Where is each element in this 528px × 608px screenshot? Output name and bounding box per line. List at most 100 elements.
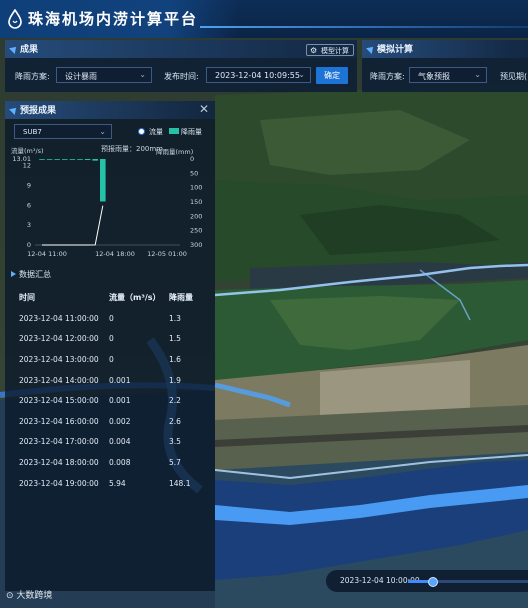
chevron-down-icon: ⌄ — [99, 127, 106, 136]
summary-title: 数据汇总 — [19, 270, 51, 279]
simulation-panel-title: 模拟计算 — [377, 45, 414, 55]
forecast-period-label: 预见期( — [500, 72, 528, 81]
rain-legend-label[interactable]: 降雨量 — [181, 127, 202, 137]
water-drop-logo-icon — [8, 9, 22, 29]
forecast-panel-title: 预报成果 — [20, 106, 57, 116]
rain-bar — [46, 159, 53, 160]
chevron-down-icon: ⌄ — [298, 70, 305, 79]
scheme-label: 降雨方案: — [15, 72, 50, 81]
summary-heading: 数据汇总 — [11, 269, 51, 280]
left-tick-label: 3 — [27, 221, 31, 229]
scheme-select[interactable]: 设计暴雨 ⌄ — [56, 67, 152, 83]
right-tick-label: 200 — [190, 212, 202, 220]
table-row: 2023-12-04 16:00:00 0.002 2.6 — [19, 411, 209, 432]
table-row: 2023-12-04 19:00:00 5.94 148.1 — [19, 473, 209, 494]
sim-scheme-select[interactable]: 气象预报 ⌄ — [409, 67, 487, 83]
results-panel: 成果 ⚙ 模型计算 降雨方案: 设计暴雨 ⌄ 发布时间: 2023-12-04 … — [5, 40, 357, 92]
cell-flow: 0.001 — [109, 396, 131, 406]
sim-scheme-value: 气象预报 — [418, 72, 450, 81]
cell-flow: 0.001 — [109, 375, 131, 385]
sim-scheme-label: 降雨方案: — [370, 72, 405, 81]
panel-marker-icon — [9, 44, 19, 54]
confirm-button[interactable]: 确定 — [316, 67, 348, 84]
cell-rain: 5.7 — [169, 457, 181, 467]
results-panel-header: 成果 — [5, 40, 357, 58]
panel-marker-icon — [9, 105, 19, 115]
left-tick-label: 12 — [23, 162, 31, 170]
table-row: 2023-12-04 12:00:00 0 1.5 — [19, 329, 209, 350]
table-header-row: 时间 流量（m³/s） 降雨量 — [19, 287, 209, 308]
forecast-panel-header: 预报成果 ✕ — [5, 101, 215, 119]
col-header-time: 时间 — [19, 293, 35, 302]
cell-rain: 1.9 — [169, 375, 181, 385]
panel-marker-icon — [366, 44, 376, 54]
app-header: 珠海机场内涝计算平台 — [0, 0, 528, 38]
right-tick-label: 150 — [190, 198, 202, 206]
table-row: 2023-12-04 13:00:00 0 1.6 — [19, 349, 209, 370]
cell-flow: 0.002 — [109, 416, 131, 426]
cell-time: 2023-12-04 16:00:00 — [19, 416, 99, 426]
cell-time: 2023-12-04 14:00:00 — [19, 375, 99, 385]
simulation-panel: 模拟计算 降雨方案: 气象预报 ⌄ 预见期( — [362, 40, 528, 92]
cell-flow: 0 — [109, 313, 114, 323]
cell-time: 2023-12-04 18:00:00 — [19, 457, 99, 467]
table-row: 2023-12-04 14:00:00 0.001 1.9 — [19, 370, 209, 391]
simulation-panel-header: 模拟计算 — [362, 40, 528, 58]
right-tick-label: 50 — [190, 169, 198, 177]
rain-bar — [62, 159, 68, 160]
timeline-bar: 2023-12-04 10:00:00 — [326, 570, 528, 592]
rain-bar — [39, 159, 45, 160]
cell-rain: 3.5 — [169, 437, 181, 447]
flow-legend-marker — [138, 128, 145, 135]
cell-rain: 1.6 — [169, 354, 181, 364]
left-tick-label: 9 — [27, 182, 31, 190]
model-calc-label: 模型计算 — [321, 47, 349, 55]
cell-time: 2023-12-04 11:00:00 — [19, 313, 99, 323]
cell-time: 2023-12-04 15:00:00 — [19, 396, 99, 406]
app-title: 珠海机场内涝计算平台 — [28, 10, 199, 28]
subcatchment-select[interactable]: SUB7 ⌄ — [14, 124, 112, 139]
publish-time-label: 发布时间: — [164, 72, 199, 81]
cell-rain: 2.6 — [169, 416, 181, 426]
forecast-chart: 13.0112963005010015020025030012-04 11:00… — [12, 155, 202, 258]
rain-bar — [69, 159, 76, 160]
rain-bar — [100, 159, 106, 202]
cell-rain: 1.5 — [169, 334, 181, 344]
watermark-logo-icon: ⊙ — [6, 591, 14, 601]
cell-time: 2023-12-04 13:00:00 — [19, 354, 99, 364]
summary-table: 时间 流量（m³/s） 降雨量 2023-12-04 11:00:00 0 1.3 2… — [19, 287, 209, 493]
cell-rain: 148.1 — [169, 478, 191, 488]
table-row: 2023-12-04 17:00:00 0.004 3.5 — [19, 432, 209, 453]
table-row: 2023-12-04 11:00:00 0 1.3 — [19, 308, 209, 329]
close-icon[interactable]: ✕ — [199, 102, 209, 116]
cell-rain: 1.3 — [169, 313, 181, 323]
left-tick-label: 6 — [27, 201, 31, 209]
forecast-panel: 预报成果 ✕ SUB7 ⌄ 流量 降雨量 流量(m³/s) 预报雨量：200mm… — [5, 101, 215, 591]
timeline-slider-handle[interactable] — [428, 577, 438, 587]
publish-time-value: 2023-12-04 10:09:55 — [215, 71, 300, 80]
cell-flow: 0 — [109, 354, 114, 364]
x-tick-label: 12-05 01:00 — [147, 250, 187, 258]
flow-legend-label[interactable]: 流量 — [149, 127, 163, 137]
section-marker-icon — [11, 271, 16, 277]
left-tick-label: 0 — [27, 241, 31, 249]
gear-icon: ⚙ — [310, 46, 318, 55]
rain-bar — [77, 159, 83, 160]
right-tick-label: 100 — [190, 184, 202, 192]
cell-flow: 0.004 — [109, 437, 131, 447]
table-row: 2023-12-04 15:00:00 0.001 2.2 — [19, 390, 209, 411]
rain-bar — [92, 159, 98, 161]
cell-rain: 2.2 — [169, 396, 181, 406]
cell-time: 2023-12-04 12:00:00 — [19, 334, 99, 344]
model-calc-button[interactable]: ⚙ 模型计算 — [306, 44, 354, 56]
cell-flow: 0 — [109, 334, 114, 344]
rain-bar — [84, 159, 91, 161]
right-tick-label: 250 — [190, 227, 202, 235]
chevron-down-icon: ⌄ — [474, 70, 481, 79]
cell-time: 2023-12-04 17:00:00 — [19, 437, 99, 447]
watermark: ⊙ 大数跨境 — [6, 588, 52, 601]
publish-time-select[interactable]: 2023-12-04 10:09:55 ⌄ — [206, 67, 311, 83]
header-divider — [200, 26, 528, 28]
right-tick-label: 0 — [190, 155, 194, 163]
cell-flow: 5.94 — [109, 478, 126, 488]
